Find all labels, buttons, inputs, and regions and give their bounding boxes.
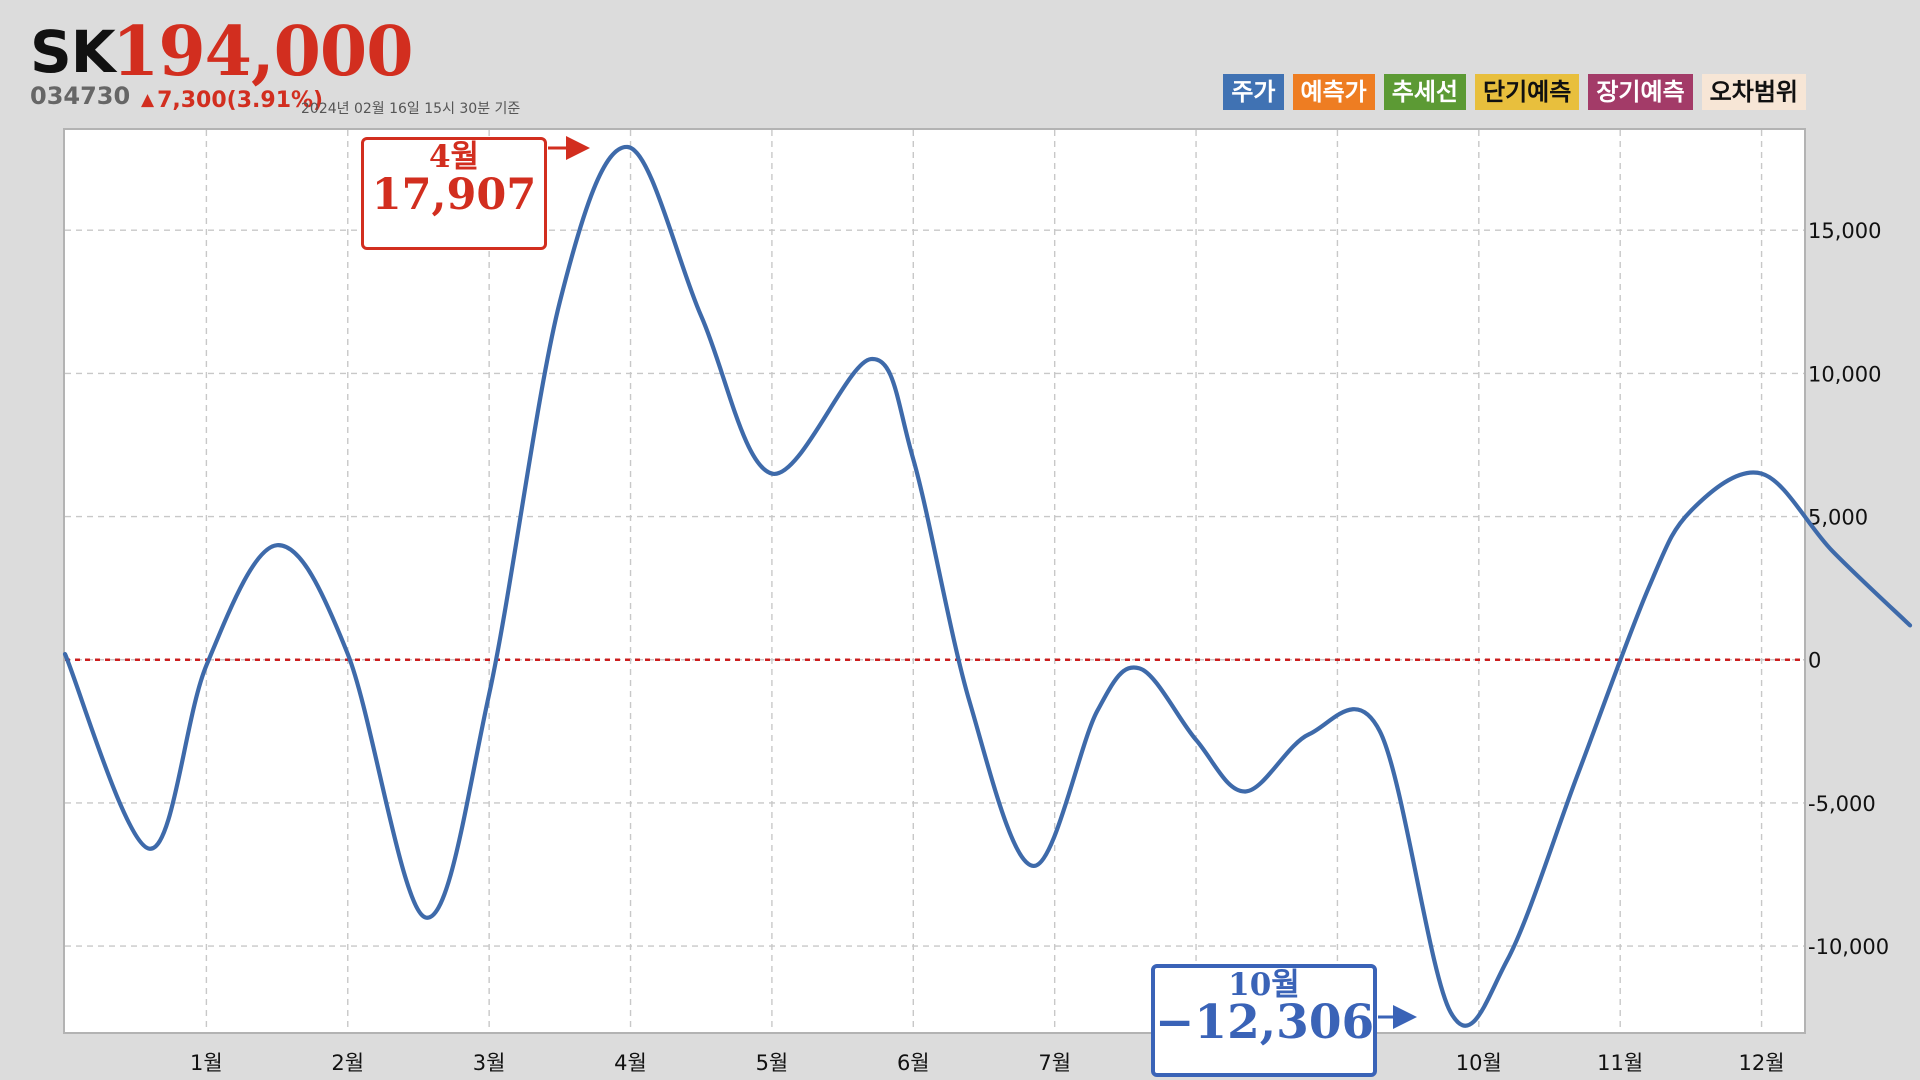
chart-svg: 1월2월3월4월5월6월7월8월9월10월11월12월-10,000-5,000…	[62, 130, 1913, 1075]
min-annotation: 10월 −12,306	[1151, 964, 1377, 1077]
max-annotation: 4월 17,907	[361, 137, 547, 250]
y-tick-label: -10,000	[1808, 935, 1889, 959]
x-tick-label: 6월	[897, 1051, 930, 1075]
y-tick-label: 15,000	[1808, 219, 1881, 243]
x-tick-label: 4월	[614, 1051, 647, 1075]
x-tick-label: 5월	[756, 1051, 789, 1075]
x-tick-label: 1월	[190, 1051, 223, 1075]
chart-page: SK 194,000 034730 ▲ 7,300(3.91%) 2024년 0…	[0, 0, 1920, 1080]
min-annotation-value: −12,306	[1155, 995, 1375, 1050]
x-tick-label: 2월	[331, 1051, 364, 1075]
x-tick-label: 12월	[1739, 1051, 1785, 1075]
series-line	[62, 144, 1913, 1028]
y-tick-label: 10,000	[1808, 362, 1881, 386]
x-tick-label: 7월	[1038, 1051, 1071, 1075]
grid-lines	[65, 130, 1804, 1032]
x-tick-label: 11월	[1597, 1051, 1643, 1075]
x-tick-label: 3월	[473, 1051, 506, 1075]
max-annotation-value: 17,907	[371, 170, 537, 220]
max-annotation-month: 4월	[428, 139, 480, 175]
y-tick-label: -5,000	[1808, 792, 1876, 816]
y-tick-label: 5,000	[1808, 506, 1868, 530]
y-tick-label: 0	[1808, 649, 1821, 673]
x-tick-label: 10월	[1456, 1051, 1502, 1075]
